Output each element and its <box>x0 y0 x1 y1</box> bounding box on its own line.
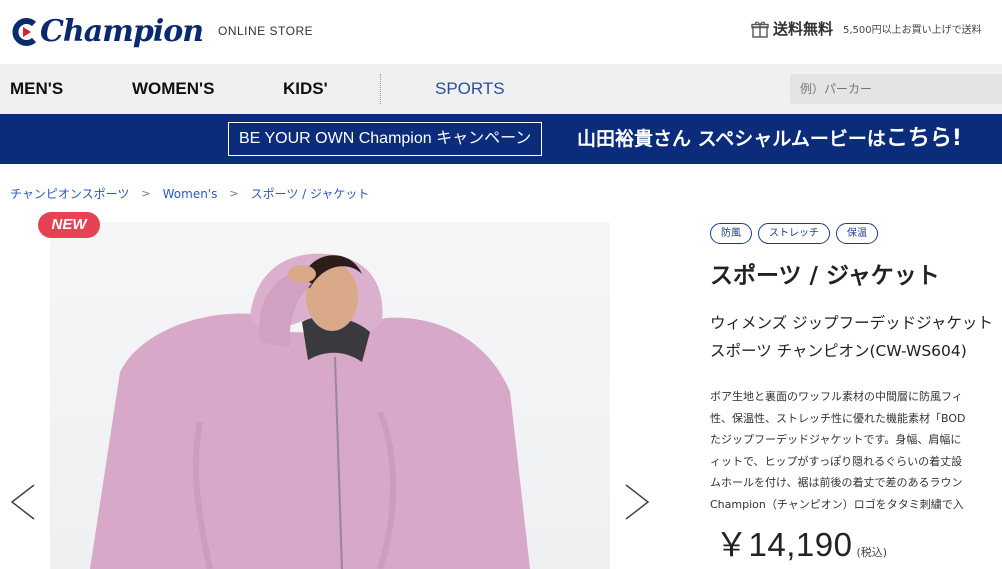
nav-sports[interactable]: SPORTS <box>435 64 505 114</box>
feature-tag: 保温 <box>836 223 878 244</box>
chevron-left-icon[interactable] <box>8 482 38 522</box>
feature-tag: ストレッチ <box>758 223 830 244</box>
description-line: ムホールを付け、裾は前後の着丈で差のあるラウン <box>710 476 963 489</box>
product-description: ボア生地と裏面のワッフル素材の中間層に防風フィ 性、保温性、ストレッチ性に優れた… <box>710 386 1002 515</box>
product-name: ウィメンズ ジップフーデッドジャケット スポーツ チャンピオン(CW-WS604… <box>710 309 1002 365</box>
free-shipping-notice: 送料無料 5,500円以上お買い上げで送料 <box>751 18 982 39</box>
feature-tags: 防風 ストレッチ 保温 <box>710 223 884 244</box>
site-header: Champion ONLINE STORE 送料無料 5,500円以上お買い上げ… <box>0 0 1002 64</box>
description-line: Champion（チャンピオン）ロゴをタタミ刺繍で入 <box>710 497 964 511</box>
product-price: ￥14,190 (税込) <box>715 518 887 566</box>
breadcrumb-separator: > <box>141 187 151 200</box>
chevron-right-icon[interactable] <box>622 482 652 522</box>
search-input[interactable] <box>790 74 1002 104</box>
description-line: ィットで、ヒップがすっぽり隠れるぐらいの着丈設 <box>710 454 963 468</box>
tax-label: (税込) <box>856 546 888 559</box>
product-gallery <box>0 212 690 569</box>
champion-logo[interactable]: Champion <box>10 12 210 52</box>
nav-mens[interactable]: MEN'S <box>10 64 63 114</box>
description-line: 性、保温性、ストレッチ性に優れた機能素材「BOD <box>710 411 966 425</box>
breadcrumb-link-jacket[interactable]: スポーツ / ジャケット <box>251 185 370 202</box>
price-value: ￥14,190 <box>715 526 853 563</box>
product-category: スポーツ / ジャケット <box>710 263 940 289</box>
breadcrumb-link-womens[interactable]: Women's <box>163 187 218 201</box>
new-badge: NEW <box>38 212 100 238</box>
nav-divider <box>380 74 381 104</box>
logo-wordmark: Champion <box>40 14 204 49</box>
breadcrumb-separator: > <box>229 187 239 200</box>
model-in-pink-jacket-image <box>90 253 530 569</box>
product-name-line: ウィメンズ ジップフーデッドジャケット <box>710 314 993 332</box>
shipping-note: 5,500円以上お買い上げで送料 <box>843 25 982 36</box>
gift-icon <box>751 21 769 38</box>
description-line: たジップフーデッドジャケットです。身幅、肩幅に <box>710 433 962 446</box>
breadcrumb: チャンピオンスポーツ > Women's > スポーツ / ジャケット <box>10 185 369 202</box>
feature-tag: 防風 <box>710 223 752 244</box>
campaign-banner: BE YOUR OWN Champion キャンペーン 山田裕貴さん スペシャル… <box>0 114 1002 164</box>
movie-link-text: 山田裕貴さん スペシャルムービーは <box>577 128 886 150</box>
nav-kids[interactable]: KIDS' <box>283 64 328 114</box>
champion-c-logo-icon <box>12 18 37 46</box>
breadcrumb-link-sports[interactable]: チャンピオンスポーツ <box>10 185 129 202</box>
nav-womens[interactable]: WOMEN'S <box>132 64 214 114</box>
main-nav: MEN'S WOMEN'S KIDS' SPORTS <box>0 64 1002 114</box>
movie-link-emphasis: こちら! <box>885 126 962 151</box>
shipping-title: 送料無料 <box>773 20 834 38</box>
store-label: ONLINE STORE <box>218 24 314 38</box>
product-photo <box>50 222 610 569</box>
special-movie-link[interactable]: 山田裕貴さん スペシャルムービーはこちら! <box>577 123 962 155</box>
description-line: ボア生地と裏面のワッフル素材の中間層に防風フィ <box>710 390 963 403</box>
campaign-link[interactable]: BE YOUR OWN Champion キャンペーン <box>228 122 543 156</box>
product-name-line: スポーツ チャンピオン(CW-WS604) <box>710 342 967 360</box>
